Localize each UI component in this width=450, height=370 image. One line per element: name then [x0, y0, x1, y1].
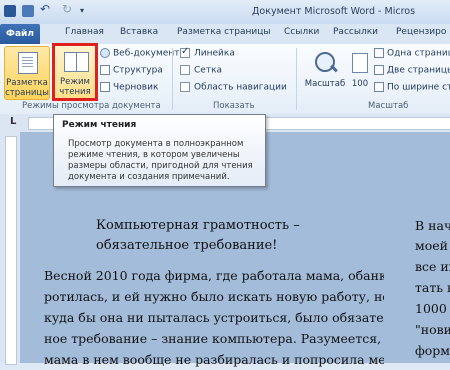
document-column2-line: тать н [415, 280, 450, 295]
document-body-line: ротилась, и ей нужно было искать новую р… [44, 289, 384, 304]
reading-mode-tooltip: Режим чтения Просмотр документа в полноэ… [53, 114, 266, 187]
tooltip-text-line: документа и создания примечаний. [68, 172, 230, 182]
tooltip-text-line: размеры области, пригодной для чтения [68, 161, 253, 171]
document-title-line-1: Компьютерная грамотность – [96, 218, 300, 233]
document-body-line: куда бы она ни пыталась устроиться, было… [44, 310, 384, 325]
document-title-line-2: обязательное требование! [96, 238, 278, 253]
document-body-line: ное требование – знание компьютера. Разу… [44, 331, 382, 346]
tooltip-title: Режим чтения [62, 120, 137, 130]
tooltip-text-line: Просмотр документа в полноэкранном [68, 139, 244, 149]
document-column2-line: В нача [415, 218, 450, 233]
document-column2-line: 1000 " [415, 301, 450, 316]
document-column2-line: все их [415, 259, 450, 274]
document-column2-line: "нови [415, 322, 450, 337]
document-column2-line: моей [415, 238, 448, 253]
tooltip-text-line: режиме чтения, в котором увеличены [68, 150, 240, 160]
document-body-line: Весной 2010 года фирма, где работала мам… [44, 268, 384, 283]
document-body-line: мама в нем вообще не разбиралась и попро… [44, 352, 384, 367]
document-column2-line: форма [415, 343, 450, 358]
